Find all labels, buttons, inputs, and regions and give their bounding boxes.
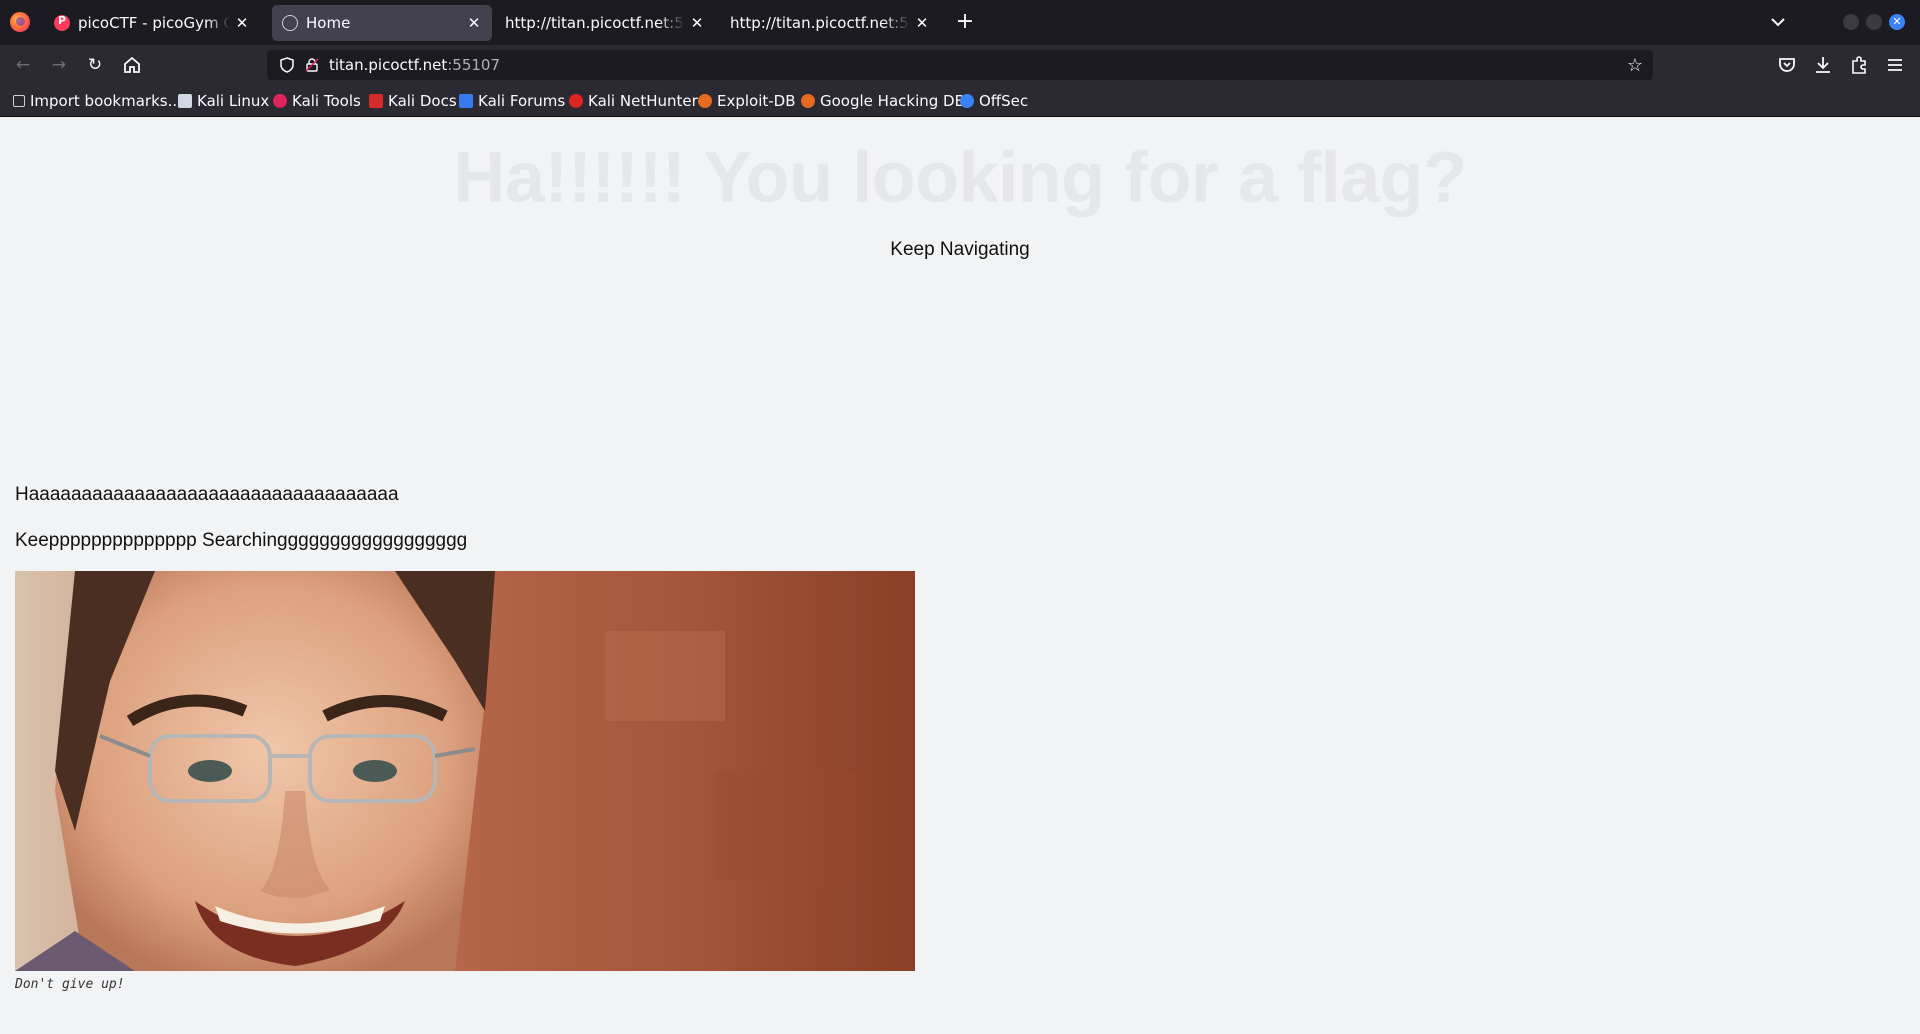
- insecure-lock-icon[interactable]: [304, 57, 320, 73]
- ghdb-icon: [801, 94, 815, 108]
- home-icon[interactable]: [120, 53, 144, 77]
- close-tab-icon[interactable]: ✕: [689, 14, 705, 32]
- tab-picoctf[interactable]: picoCTF - picoGym Challenges ✕: [44, 5, 260, 41]
- bookmark-label: Kali Tools: [292, 92, 361, 110]
- chevron-down-icon[interactable]: [1766, 10, 1790, 34]
- bookmark-star-icon[interactable]: ☆: [1627, 55, 1643, 76]
- keep-searching-text: Keepppppppppppppp Searchingggggggggggggg…: [15, 530, 468, 551]
- url-port: :55107: [447, 56, 500, 74]
- minimize-button[interactable]: [1843, 14, 1859, 30]
- address-bar[interactable]: titan.picoctf.net:55107 ☆: [267, 50, 1653, 80]
- page-content: Ha!!!!!! You looking for a flag? Keep Na…: [0, 117, 1920, 1034]
- bookmark-offsec[interactable]: OffSec: [960, 92, 1028, 110]
- tab-titan-1[interactable]: http://titan.picoctf.net:55107/ ✕: [495, 5, 715, 41]
- bookmark-label: Import bookmarks...: [30, 92, 182, 110]
- close-tab-icon[interactable]: ✕: [234, 14, 250, 32]
- picoctf-icon: [54, 14, 70, 31]
- globe-icon: [282, 15, 298, 31]
- page-headline: Ha!!!!!! You looking for a flag?: [453, 138, 1467, 218]
- tab-title: picoCTF - picoGym Challenges: [78, 14, 230, 32]
- downloads-icon[interactable]: [1811, 53, 1835, 77]
- url-host: titan.picoctf.net: [329, 56, 448, 74]
- bookmark-label: Kali NetHunter: [588, 92, 698, 110]
- keep-navigating-text: Keep Navigating: [890, 239, 1030, 260]
- tab-title: http://titan.picoctf.net:55107/: [505, 14, 685, 32]
- bookmark-import[interactable]: Import bookmarks...: [13, 92, 182, 110]
- offsec-icon: [960, 94, 974, 108]
- haaa-text: Haaaaaaaaaaaaaaaaaaaaaaaaaaaaaaaaaaa: [15, 484, 399, 505]
- bookmark-label: OffSec: [979, 92, 1029, 110]
- close-window-button[interactable]: ✕: [1889, 14, 1905, 30]
- smiling-man-photo: [15, 571, 915, 971]
- new-tab-button[interactable]: +: [952, 9, 978, 35]
- bookmarks-toolbar: Import bookmarks... Kali Linux Kali Tool…: [0, 84, 1920, 117]
- close-tab-icon[interactable]: ✕: [914, 14, 930, 32]
- exploitdb-icon: [698, 94, 712, 108]
- bookmark-kali-docs[interactable]: Kali Docs: [369, 92, 457, 110]
- tab-bar: picoCTF - picoGym Challenges ✕ Home ✕ ht…: [0, 0, 1920, 45]
- bookmark-kali-linux[interactable]: Kali Linux: [178, 92, 269, 110]
- navigation-toolbar: ← → ↻ titan.picoctf.net:55107 ☆: [0, 45, 1920, 84]
- url-text[interactable]: titan.picoctf.net:55107: [329, 56, 500, 74]
- bookmark-kali-tools[interactable]: Kali Tools: [273, 92, 361, 110]
- import-icon: [13, 95, 25, 107]
- tab-titan-2[interactable]: http://titan.picoctf.net:55107/ ✕: [720, 5, 940, 41]
- kali-docs-icon: [369, 94, 383, 108]
- reload-icon[interactable]: ↻: [83, 53, 107, 77]
- pocket-icon[interactable]: [1775, 53, 1799, 77]
- tab-title: Home: [306, 14, 351, 32]
- bookmark-label: Google Hacking DB: [820, 92, 965, 110]
- hamburger-menu-icon[interactable]: [1883, 53, 1907, 77]
- tab-home[interactable]: Home ✕: [272, 5, 492, 41]
- bookmark-label: Kali Docs: [388, 92, 457, 110]
- forward-icon[interactable]: →: [47, 53, 71, 77]
- maximize-button[interactable]: [1866, 14, 1882, 30]
- bookmark-kali-nethunter[interactable]: Kali NetHunter: [569, 92, 698, 110]
- bookmark-label: Kali Forums: [478, 92, 566, 110]
- tracking-protection-shield-icon[interactable]: [279, 57, 295, 73]
- bookmark-ghdb[interactable]: Google Hacking DB: [801, 92, 965, 110]
- bookmark-kali-forums[interactable]: Kali Forums: [459, 92, 565, 110]
- kali-forums-icon: [459, 94, 473, 108]
- bookmark-label: Exploit-DB: [717, 92, 796, 110]
- kali-tools-icon: [273, 94, 287, 108]
- extensions-icon[interactable]: [1847, 53, 1871, 77]
- bookmark-label: Kali Linux: [197, 92, 270, 110]
- bookmark-exploit-db[interactable]: Exploit-DB: [698, 92, 796, 110]
- back-icon[interactable]: ←: [11, 53, 35, 77]
- nethunter-icon: [569, 94, 583, 108]
- firefox-menu-icon[interactable]: [10, 12, 30, 32]
- kali-dragon-icon: [178, 94, 192, 108]
- close-tab-icon[interactable]: ✕: [466, 14, 482, 32]
- image-caption: Don't give up!: [15, 977, 125, 992]
- tab-title: http://titan.picoctf.net:55107/: [730, 14, 910, 32]
